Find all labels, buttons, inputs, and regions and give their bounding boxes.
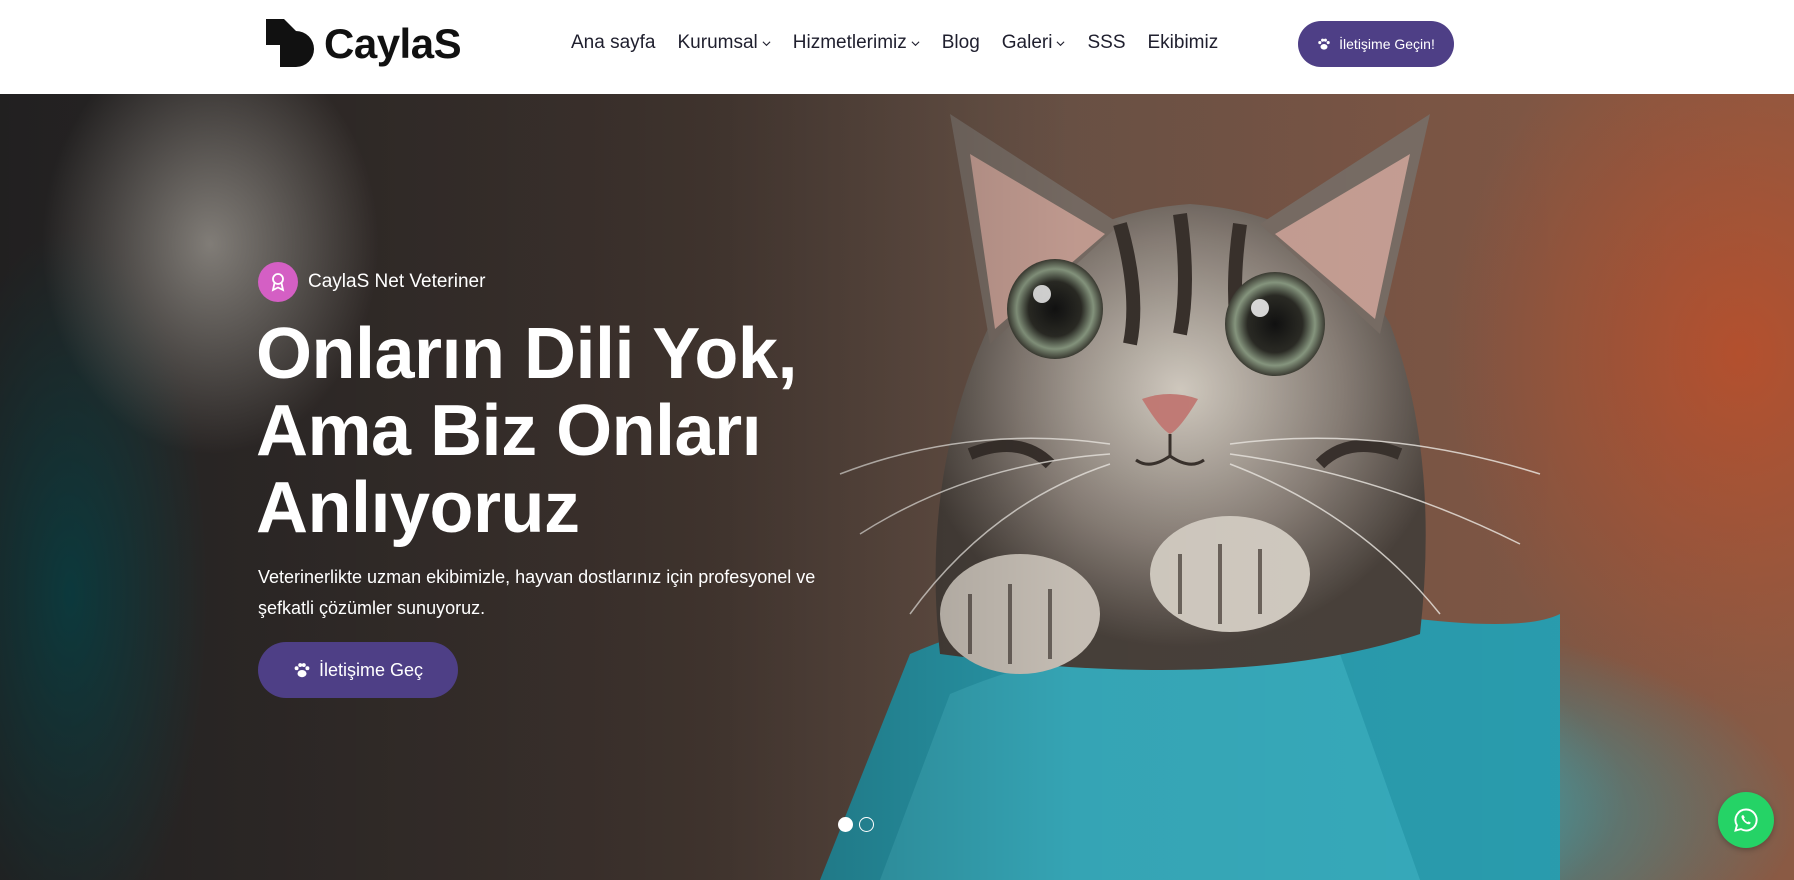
hero-contact-button-label: İletişime Geç	[318, 659, 424, 680]
hero-badge: CaylaS Net Veteriner	[258, 262, 485, 302]
hero-title-line: Onların Dili Yok,	[256, 314, 797, 394]
hero-contact-button[interactable]: İletişime Geç	[258, 642, 458, 698]
nav-item-galeri[interactable]: Galeri	[1002, 32, 1066, 54]
hero-badge-label: CaylaS Net Veteriner	[308, 271, 486, 292]
hero-title-line: Ama Biz Onları	[256, 391, 762, 471]
nav-item-label: SSS	[1087, 32, 1126, 53]
brand-name: CaylaS	[324, 20, 462, 67]
nav-item-kurumsal[interactable]: Kurumsal	[678, 32, 771, 54]
whatsapp-icon	[1734, 808, 1758, 832]
whatsapp-button[interactable]	[1718, 792, 1774, 848]
chevron-down-icon	[762, 40, 771, 46]
nav-item-label: Ekibimiz	[1147, 32, 1219, 53]
nav-item-label: Galeri	[1001, 32, 1053, 53]
nav-item-ekibimiz[interactable]: Ekibimiz	[1148, 32, 1219, 54]
hero-subtitle: Veterinerlikte uzman ekibimizle, hayvan …	[258, 567, 816, 618]
paw-icon	[1318, 38, 1330, 50]
hero-title: Onların Dili Yok, Ama Biz Onları Anlıyor…	[256, 316, 896, 547]
hero-slider: CaylaS Net Veteriner Onların Dili Yok, A…	[0, 94, 1794, 880]
brand-logo[interactable]: CaylaS	[266, 19, 462, 69]
logo-mark-icon	[266, 19, 314, 67]
nav-item-ana-sayfa[interactable]: Ana sayfa	[571, 32, 656, 54]
site-header: CaylaS Ana sayfa Kurumsal Hizmetlerimiz …	[0, 0, 1794, 94]
contact-button[interactable]: İletişime Geçin!	[1298, 21, 1454, 67]
chevron-down-icon	[1056, 40, 1065, 46]
nav-item-label: Kurumsal	[677, 32, 758, 53]
paw-icon	[294, 663, 310, 678]
slider-dot-1[interactable]	[838, 817, 853, 832]
slider-pagination	[838, 817, 880, 832]
nav-item-label: Blog	[941, 32, 980, 53]
nav-item-label: Ana sayfa	[571, 32, 656, 53]
nav-item-blog[interactable]: Blog	[942, 32, 980, 54]
nav-item-label: Hizmetlerimiz	[792, 32, 907, 53]
nav-item-sss[interactable]: SSS	[1087, 32, 1125, 54]
chevron-down-icon	[911, 40, 920, 46]
slider-dot-2[interactable]	[859, 817, 874, 832]
contact-button-label: İletişime Geçin!	[1339, 36, 1435, 52]
nav-item-hizmetlerimiz[interactable]: Hizmetlerimiz	[793, 32, 920, 54]
hero-title-line: Anlıyoruz	[256, 468, 580, 548]
main-nav: Ana sayfa Kurumsal Hizmetlerimiz Blog Ga…	[571, 28, 1218, 58]
ribbon-icon	[258, 262, 298, 302]
